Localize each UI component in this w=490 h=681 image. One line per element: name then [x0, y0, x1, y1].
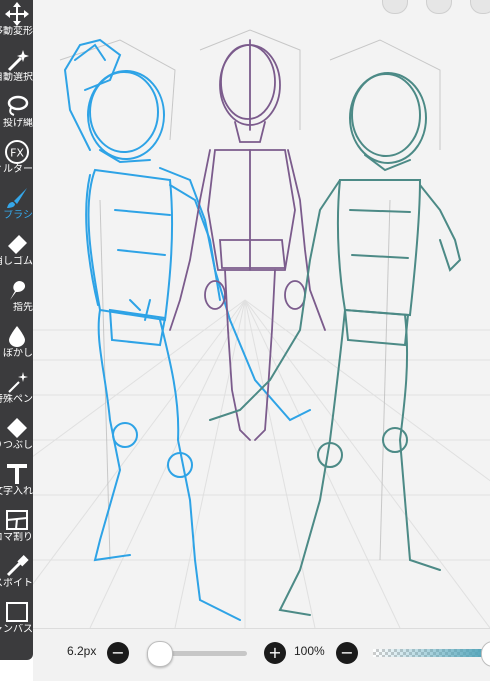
tool-label: ブラシ [3, 210, 33, 221]
tool-label: 自動選択 [0, 72, 33, 83]
tool-sidebar: 移動変形 自動選択 投げ縄 FX フィルター ブラシ 消しゴム [0, 0, 33, 660]
smudge-icon [9, 281, 25, 300]
drawing-canvas[interactable] [0, 0, 490, 628]
tool-smudge[interactable]: 指先 [0, 278, 33, 324]
tool-fill[interactable]: 塗りつぶし [0, 416, 33, 462]
tool-transform[interactable]: 移動変形 [0, 2, 33, 48]
tool-lasso[interactable]: 投げ縄 [0, 94, 33, 140]
brush-size-decrease-button[interactable]: − [107, 642, 129, 664]
tool-label: 特殊ペン [0, 394, 33, 405]
tool-text[interactable]: 文字入れ [0, 462, 33, 508]
tool-magic-wand[interactable]: 自動選択 [0, 48, 33, 94]
tool-brush[interactable]: ブラシ [0, 186, 33, 232]
eraser-icon [7, 235, 27, 254]
text-t-icon [6, 464, 27, 484]
blur-drop-icon [8, 326, 25, 347]
eyedropper-icon [6, 555, 29, 577]
magic-wand-icon [7, 50, 29, 72]
brush-size-slider-knob[interactable] [147, 641, 173, 667]
tool-filter[interactable]: FX フィルター [0, 140, 33, 186]
brush-size-readout: 6.2px [67, 644, 97, 658]
sparkle-pen-icon [7, 372, 28, 393]
tool-label: ぼかし [3, 348, 33, 359]
tool-label: キャンバス [0, 624, 33, 635]
canvas-icon [5, 602, 28, 622]
figure-right [209, 72, 462, 616]
tool-blur[interactable]: ぼかし [0, 324, 33, 370]
brush-size-increase-button[interactable]: + [264, 642, 286, 664]
tool-special-pen[interactable]: 特殊ペン [0, 370, 33, 416]
tool-eraser[interactable]: 消しゴム [0, 232, 33, 278]
brush-icon [6, 188, 27, 208]
brush-settings-bar: 6.2px − + 100% − [33, 628, 490, 681]
svg-text:FX: FX [10, 147, 24, 160]
tool-label: 移動変形 [0, 26, 33, 37]
tool-label: フィルター [0, 164, 33, 175]
move-arrows-icon [4, 2, 29, 26]
opacity-readout: 100% [294, 644, 325, 658]
tool-label: 文字入れ [0, 486, 33, 497]
frame-divider-icon [5, 510, 28, 530]
opacity-slider[interactable] [373, 649, 490, 657]
lasso-icon [7, 95, 28, 116]
bucket-icon [6, 418, 27, 438]
sketch-artwork [0, 29, 490, 628]
tool-label: コマ割り [0, 532, 33, 543]
tool-canvas[interactable]: キャンバス [0, 600, 33, 646]
tool-label: 塗りつぶし [0, 440, 33, 451]
tool-label: スポイト [0, 578, 33, 589]
opacity-slider-knob[interactable] [481, 641, 490, 667]
tool-label: 投げ縄 [3, 118, 33, 129]
tool-label: 指先 [13, 302, 33, 313]
tool-label: 消しゴム [0, 256, 33, 267]
tool-eyedropper[interactable]: スポイト [0, 554, 33, 600]
fx-icon: FX [4, 140, 29, 164]
floor-grid [0, 299, 490, 628]
tool-frame-divider[interactable]: コマ割り [0, 508, 33, 554]
figure-center [169, 39, 326, 441]
opacity-decrease-button[interactable]: − [336, 642, 358, 664]
